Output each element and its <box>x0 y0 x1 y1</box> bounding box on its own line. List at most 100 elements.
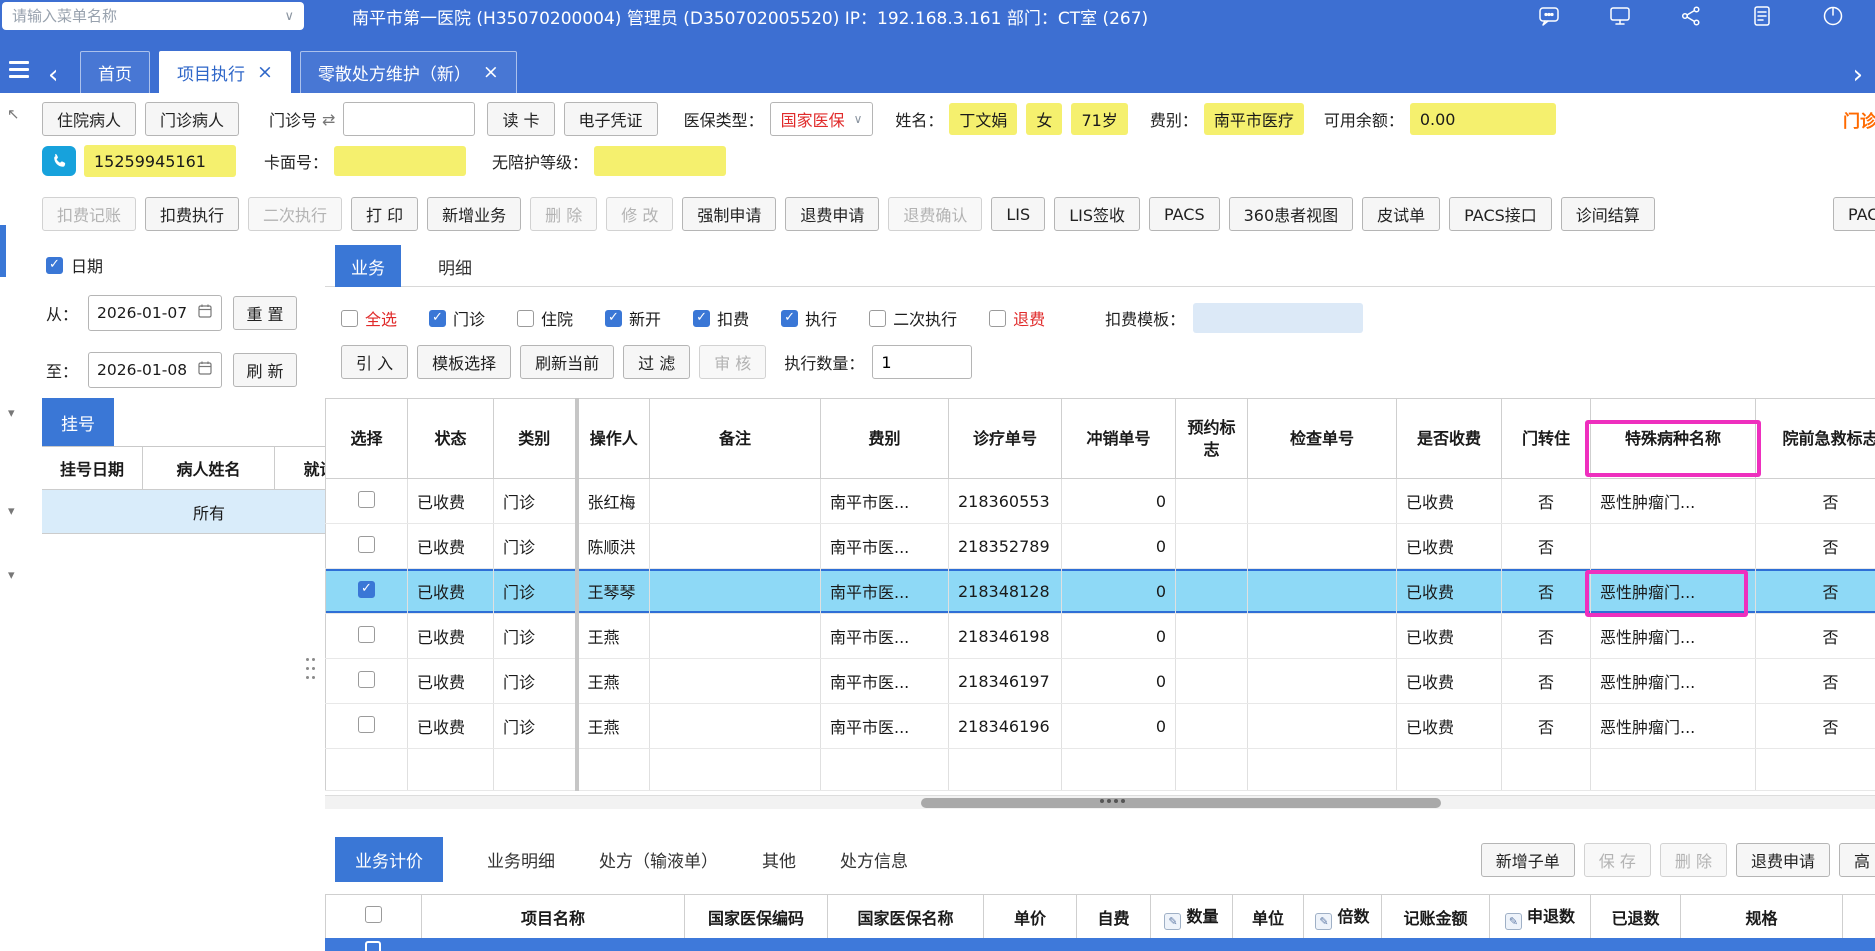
toolbar-button-11[interactable]: LIS签收 <box>1054 197 1140 231</box>
menu-search-input[interactable] <box>12 7 285 25</box>
tab-detail[interactable]: 明细 <box>420 245 490 287</box>
share-icon[interactable] <box>1679 4 1703 28</box>
outpatient-no-input[interactable] <box>343 102 476 136</box>
checkbox-icon[interactable] <box>605 309 623 327</box>
close-icon[interactable]: × <box>483 63 499 82</box>
pricing-row-partial[interactable] <box>325 938 1875 951</box>
toolbar-button-5[interactable]: 删 除 <box>530 197 598 231</box>
toolbar-button-6[interactable]: 修 改 <box>606 197 674 231</box>
tab-prescription-maintenance[interactable]: 零散处方维护（新） × <box>299 51 517 93</box>
toolbar-button-14[interactable]: 皮试单 <box>1362 197 1441 231</box>
card-no-input[interactable] <box>334 146 467 176</box>
toolbar-button-16[interactable]: 诊间结算 <box>1560 197 1655 231</box>
filter-checkbox-6[interactable]: 二次执行 <box>869 306 957 330</box>
date-from-input[interactable]: 2026-01-07 <box>88 295 222 331</box>
reset-button[interactable]: 重 置 <box>233 296 297 330</box>
action-button-2[interactable]: 刷新当前 <box>520 345 615 379</box>
toolbar-button-10[interactable]: LIS <box>991 197 1046 231</box>
action-button-1[interactable]: 模板选择 <box>417 345 512 379</box>
toolbar-button-13[interactable]: 360患者视图 <box>1228 197 1354 231</box>
checkbox-icon[interactable] <box>989 309 1007 327</box>
toolbar-button-15[interactable]: PACS接口 <box>1449 197 1552 231</box>
inpatient-button[interactable]: 住院病人 <box>42 102 137 136</box>
chat-icon[interactable] <box>1537 4 1561 28</box>
filter-checkbox-2[interactable]: 住院 <box>517 306 573 330</box>
grid-cell-select[interactable] <box>325 613 408 659</box>
tab-project-execution[interactable]: 项目执行 × <box>159 51 291 93</box>
e-voucher-button[interactable]: 电子凭证 <box>563 102 658 136</box>
row-checkbox[interactable] <box>358 580 375 598</box>
toolbar-button-8[interactable]: 退费申请 <box>785 197 880 231</box>
checkbox-icon[interactable] <box>341 309 358 327</box>
row-checkbox[interactable] <box>358 670 375 688</box>
collapse-arrow-icon[interactable]: ↖ <box>7 105 20 123</box>
toolbar-button-17[interactable]: PAC <box>1833 197 1875 231</box>
toolbar-button-1[interactable]: 扣费执行 <box>145 197 240 231</box>
registration-row[interactable]: 所有 <box>42 490 325 534</box>
grid-row[interactable]: 已收费 门诊 王燕 南平市医... 218346198 0 已收费否恶性肿瘤门... 否 <box>325 613 1875 659</box>
checkbox-icon[interactable] <box>46 256 63 274</box>
grid-row[interactable]: 已收费门诊王琴琴南平市医...2183481280已收费否恶性肿瘤门...否 <box>325 568 1875 614</box>
bottom-button-4[interactable]: 高 <box>1838 843 1875 877</box>
date-filter[interactable]: 日期 <box>46 253 103 277</box>
close-icon[interactable]: × <box>257 63 273 82</box>
bottom-button-0[interactable]: 新增子单 <box>1480 843 1575 877</box>
grid-cell-select[interactable] <box>325 478 408 524</box>
grid-row[interactable]: 已收费 门诊 王燕 南平市医... 218346196 0 已收费否恶性肿瘤门... 否 <box>325 703 1875 749</box>
header-checkbox[interactable] <box>365 906 382 923</box>
action-button-0[interactable]: 引 入 <box>341 345 409 379</box>
toolbar-button-9[interactable]: 退费确认 <box>888 197 983 231</box>
checkbox-icon[interactable] <box>869 309 887 327</box>
checkbox-icon[interactable] <box>429 309 447 327</box>
tab-registration[interactable]: 挂号 <box>42 398 114 446</box>
calendar-icon[interactable] <box>197 303 213 323</box>
splitter-handle[interactable] <box>1100 799 1104 803</box>
filter-checkbox-3[interactable]: 新开 <box>605 306 661 330</box>
monitor-icon[interactable] <box>1608 4 1632 28</box>
care-level-input[interactable] <box>594 146 727 176</box>
checkbox-icon[interactable] <box>781 309 799 327</box>
checkbox-icon[interactable] <box>693 309 711 327</box>
grid-cell-select[interactable] <box>325 523 408 569</box>
back-chevron-icon[interactable]: ‹ <box>48 62 58 88</box>
toolbar-button-12[interactable]: PACS <box>1148 197 1220 231</box>
filter-checkbox-4[interactable]: 扣费 <box>693 306 749 330</box>
tab-business[interactable]: 业务 <box>335 245 401 287</box>
filter-checkbox-7[interactable]: 退费 <box>989 306 1045 330</box>
document-icon[interactable] <box>1750 4 1774 28</box>
toolbar-button-7[interactable]: 强制申请 <box>682 197 777 231</box>
toolbar-button-0[interactable]: 扣费记账 <box>42 197 137 231</box>
section-chevron-icon[interactable]: ▾ <box>8 504 15 519</box>
toolbar-button-4[interactable]: 新增业务 <box>427 197 522 231</box>
grid-row[interactable]: 已收费 门诊 王燕 南平市医... 218346197 0 已收费否恶性肿瘤门... 否 <box>325 658 1875 704</box>
filter-checkbox-5[interactable]: 执行 <box>781 306 837 330</box>
outpatient-button[interactable]: 门诊病人 <box>145 102 240 136</box>
action-button-4[interactable]: 审 核 <box>699 345 767 379</box>
grid-cell-select[interactable] <box>325 658 408 704</box>
insurance-type-select[interactable]: 国家医保 ∨ <box>769 102 874 136</box>
tab-home[interactable]: 首页 <box>80 51 150 93</box>
refresh-button[interactable]: 刷 新 <box>233 353 297 387</box>
row-checkbox[interactable] <box>358 625 375 643</box>
date-to-input[interactable]: 2026-01-08 <box>88 352 222 388</box>
scrollbar-thumb[interactable] <box>921 798 1441 808</box>
section-chevron-icon[interactable]: ▾ <box>8 406 15 421</box>
action-button-3[interactable]: 过 滤 <box>623 345 691 379</box>
bottom-button-1[interactable]: 保 存 <box>1583 843 1651 877</box>
grid-cell-select[interactable] <box>325 703 408 749</box>
toolbar-button-2[interactable]: 二次执行 <box>248 197 343 231</box>
bottom-button-3[interactable]: 退费申请 <box>1735 843 1830 877</box>
grid-row[interactable]: 已收费 门诊 陈顺洪 南平市医... 218352789 0 已收费否否 <box>325 523 1875 569</box>
row-checkbox[interactable] <box>358 490 375 508</box>
bottom-button-2[interactable]: 删 除 <box>1659 843 1727 877</box>
read-card-button[interactable]: 读 卡 <box>487 102 555 136</box>
toolbar-button-3[interactable]: 打 印 <box>351 197 419 231</box>
row-checkbox[interactable] <box>358 715 375 733</box>
exec-count-input[interactable] <box>872 345 973 379</box>
forward-chevron-icon[interactable]: › <box>1853 62 1863 88</box>
checkbox-icon[interactable] <box>517 309 535 327</box>
grid-cell-select[interactable] <box>325 568 408 614</box>
menu-icon[interactable] <box>9 61 29 82</box>
chevron-down-icon[interactable]: ∨ <box>284 9 294 24</box>
row-checkbox[interactable] <box>358 535 375 553</box>
